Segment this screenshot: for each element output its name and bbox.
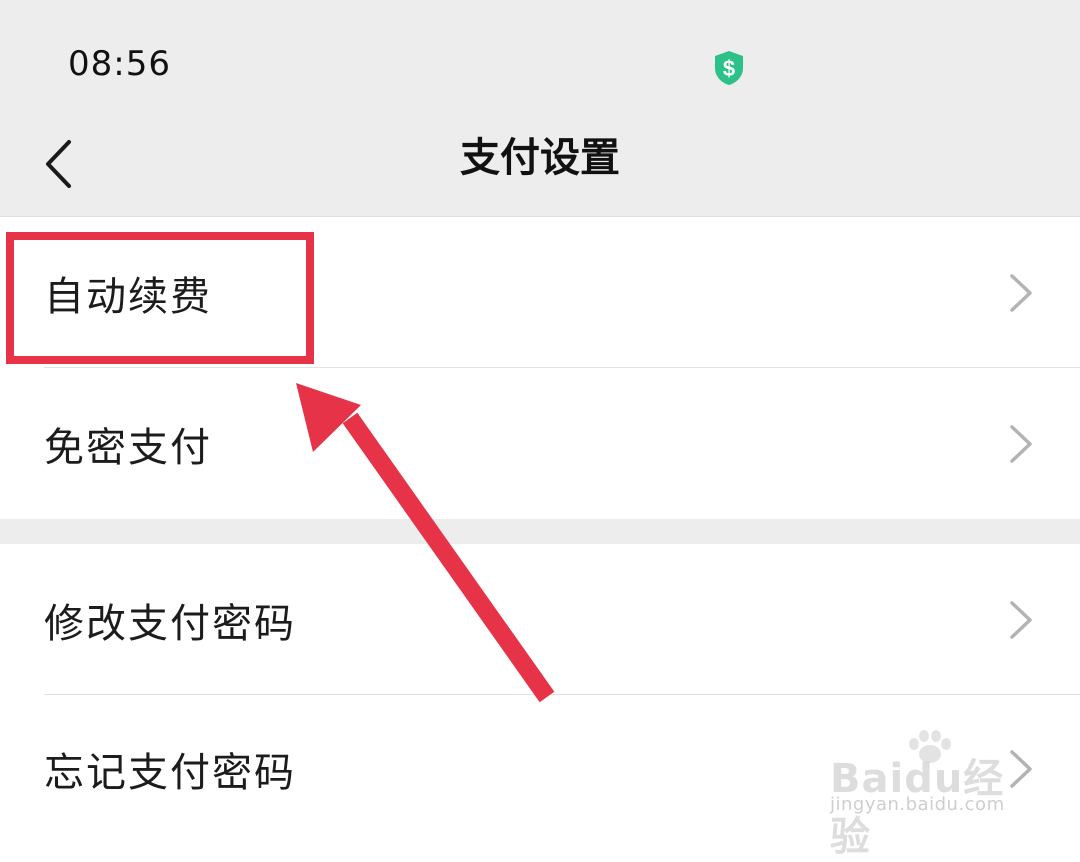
page-title: 支付设置 (460, 135, 620, 181)
chevron-right-icon (1010, 600, 1032, 639)
list-item-change-payment-password[interactable]: 修改支付密码 (0, 544, 1080, 695)
list-item-label: 修改支付密码 (44, 600, 296, 647)
wallet-shield-icon: $ (713, 50, 745, 86)
list-item-forgot-payment-password[interactable]: 忘记支付密码 (0, 695, 1080, 843)
chevron-right-icon (1010, 750, 1032, 788)
list-item-auto-renewal[interactable]: 自动续费 (0, 217, 1080, 368)
chevron-right-icon (1010, 424, 1032, 463)
svg-text:$: $ (723, 56, 735, 81)
list-item-label: 忘记支付密码 (44, 750, 296, 796)
status-bar: 08:56 $ (0, 0, 1080, 110)
status-time: 08:56 (68, 44, 171, 84)
list-item-password-free-payment[interactable]: 免密支付 (0, 368, 1080, 519)
list-item-label: 免密支付 (44, 424, 212, 471)
list-item-label: 自动续费 (44, 273, 212, 320)
nav-bar: 支付设置 (0, 110, 1080, 216)
group-separator (0, 519, 1080, 544)
chevron-right-icon (1010, 273, 1032, 312)
